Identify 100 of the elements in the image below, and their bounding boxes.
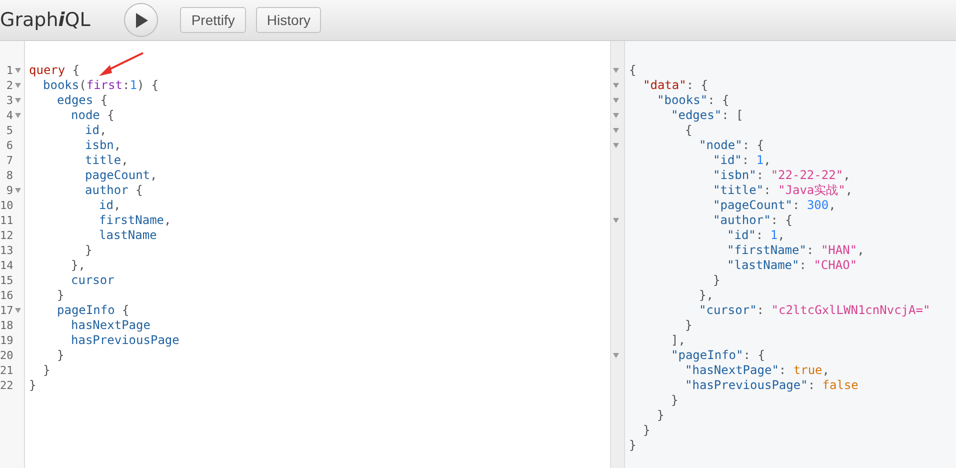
code-token: "hasNextPage" bbox=[685, 363, 779, 378]
fold-arrow-icon[interactable] bbox=[613, 98, 619, 103]
code-token: : { bbox=[770, 213, 792, 228]
code-token: "pageInfo" bbox=[671, 348, 744, 363]
line-number: 5 bbox=[5, 123, 13, 138]
fold-arrow-icon[interactable] bbox=[15, 308, 21, 313]
code-token: , bbox=[150, 168, 158, 183]
code-token: , bbox=[113, 198, 121, 213]
code-token: : { bbox=[743, 348, 765, 363]
line-number: 15 bbox=[0, 273, 13, 288]
line-number: 13 bbox=[0, 243, 13, 258]
code-token: } bbox=[643, 423, 650, 438]
code-token: ( bbox=[79, 78, 86, 93]
code-token: "edges" bbox=[671, 108, 722, 123]
code-token: , bbox=[845, 183, 853, 198]
code-token: : bbox=[806, 243, 815, 258]
code-token: : bbox=[742, 153, 750, 168]
code-token: id bbox=[85, 123, 100, 138]
code-token: "isbn" bbox=[713, 168, 756, 183]
fold-arrow-icon[interactable] bbox=[613, 113, 619, 118]
code-token: { bbox=[134, 183, 143, 198]
code-token: , bbox=[778, 228, 785, 243]
code-token: "firstName" bbox=[727, 243, 806, 258]
line-number: 4 bbox=[5, 108, 13, 123]
app-logo: GraphiQL bbox=[0, 8, 90, 33]
fold-arrow-icon[interactable] bbox=[15, 113, 21, 118]
code-token: "author" bbox=[713, 213, 771, 228]
code-token: } bbox=[29, 378, 36, 393]
code-token: "books" bbox=[657, 93, 708, 108]
line-number: 21 bbox=[0, 363, 13, 378]
code-token: "node" bbox=[699, 138, 742, 153]
code-token: , bbox=[764, 153, 771, 168]
code-token: }, bbox=[71, 258, 86, 273]
line-number: 12 bbox=[0, 228, 13, 243]
code-token: books bbox=[43, 78, 80, 93]
code-token: } bbox=[657, 408, 664, 423]
code-token: { bbox=[629, 63, 636, 78]
line-number: 20 bbox=[0, 348, 13, 363]
fold-arrow-icon[interactable] bbox=[15, 188, 21, 193]
code-token: }, bbox=[699, 288, 714, 303]
code-token: ) { bbox=[136, 78, 159, 93]
toolbar-button[interactable]: Prettify bbox=[180, 7, 246, 33]
fold-arrow-icon[interactable] bbox=[613, 143, 619, 148]
code-token: { bbox=[121, 303, 130, 318]
code-token: hasNextPage bbox=[71, 318, 150, 333]
code-token: } bbox=[57, 288, 64, 303]
code-token: , bbox=[164, 213, 172, 228]
fold-arrow-icon[interactable] bbox=[613, 68, 619, 73]
fold-arrow-icon[interactable] bbox=[613, 353, 619, 358]
fold-arrow-icon[interactable] bbox=[15, 83, 21, 88]
code-token: title bbox=[85, 153, 122, 168]
code-token: 1 bbox=[756, 153, 764, 168]
line-number: 7 bbox=[5, 153, 13, 168]
line-number: 9 bbox=[5, 183, 13, 198]
code-token: "id" bbox=[713, 153, 742, 168]
code-token: 1 bbox=[130, 78, 137, 93]
code-token: lastName bbox=[99, 228, 157, 243]
code-token: query bbox=[29, 63, 66, 78]
code-token: : bbox=[808, 378, 816, 393]
run-button[interactable] bbox=[124, 3, 158, 37]
code-token: firstName bbox=[99, 213, 164, 228]
line-number: 8 bbox=[5, 168, 13, 183]
fold-arrow-icon[interactable] bbox=[15, 98, 21, 103]
fold-arrow-icon[interactable] bbox=[613, 128, 619, 133]
play-icon bbox=[134, 12, 148, 28]
code-token: id bbox=[99, 198, 114, 213]
code-token: } bbox=[629, 438, 636, 453]
code-token: "Java实战" bbox=[778, 183, 846, 198]
code-token: : { bbox=[742, 138, 764, 153]
line-number: 11 bbox=[0, 213, 13, 228]
code-token: pageCount bbox=[85, 168, 150, 183]
code-token: ], bbox=[671, 333, 686, 348]
code-token: , bbox=[822, 363, 830, 378]
code-token: : bbox=[799, 258, 808, 273]
line-number: 22 bbox=[0, 378, 13, 393]
fold-arrow-icon[interactable] bbox=[15, 68, 21, 73]
code-token: 300 bbox=[806, 198, 829, 213]
code-token: : bbox=[756, 168, 765, 183]
code-token: "HAN" bbox=[820, 243, 858, 258]
code-token: { bbox=[685, 123, 692, 138]
code-token: "c2ltcGxlLWN1cnNvcjA=" bbox=[771, 303, 930, 318]
code-token: "title" bbox=[713, 183, 764, 198]
code-token: isbn bbox=[85, 138, 114, 153]
line-number: 10 bbox=[0, 198, 13, 213]
code-token: : bbox=[756, 303, 766, 318]
code-token: , bbox=[114, 138, 122, 153]
code-token: "CHAO" bbox=[814, 258, 858, 273]
code-token: 1 bbox=[770, 228, 778, 243]
code-token: cursor bbox=[71, 273, 114, 288]
code-token: edges bbox=[57, 93, 94, 108]
code-token: hasPreviousPage bbox=[71, 333, 180, 348]
fold-arrow-icon[interactable] bbox=[613, 83, 619, 88]
line-number: 14 bbox=[0, 258, 13, 273]
code-token: } bbox=[43, 363, 50, 378]
line-number: 18 bbox=[0, 318, 13, 333]
code-token: : [ bbox=[722, 108, 744, 123]
fold-arrow-icon[interactable] bbox=[613, 218, 619, 223]
toolbar-button[interactable]: History bbox=[256, 7, 322, 33]
code-token: "hasPreviousPage" bbox=[685, 378, 808, 393]
code-token: { bbox=[71, 63, 80, 78]
